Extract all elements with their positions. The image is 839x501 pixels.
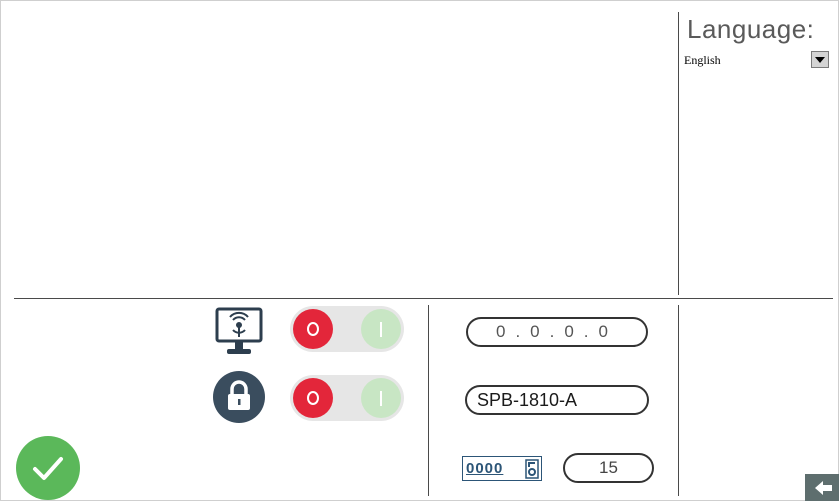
ip-address-field[interactable]: 0.0.0.0 xyxy=(466,317,648,347)
remote-display-toggle[interactable] xyxy=(290,306,404,352)
language-value: English xyxy=(684,53,721,67)
bottom-right-divider xyxy=(678,305,679,496)
counter-value: 15 xyxy=(599,458,618,477)
toggle-on-button[interactable] xyxy=(361,378,401,418)
hostname-value: SPB-1810-A xyxy=(477,389,578,410)
toggle-off-button[interactable] xyxy=(293,378,333,418)
toggle-on-button[interactable] xyxy=(361,309,401,349)
language-select[interactable]: English xyxy=(683,51,833,71)
counter-icon: 0000 xyxy=(462,456,542,481)
counter-value-field[interactable]: 15 xyxy=(563,453,654,483)
chevron-down-icon xyxy=(815,56,825,63)
power-on-icon xyxy=(380,390,382,406)
reset-counter-icon xyxy=(525,459,539,479)
horizontal-divider xyxy=(14,298,833,299)
hostname-field[interactable]: SPB-1810-A xyxy=(465,385,649,415)
checkmark-icon xyxy=(33,457,63,480)
confirm-button[interactable] xyxy=(16,436,80,500)
toggle-off-button[interactable] xyxy=(293,309,333,349)
language-dropdown-button[interactable] xyxy=(811,51,829,68)
back-button[interactable] xyxy=(805,474,839,501)
language-panel-divider xyxy=(678,12,679,295)
wireless-monitor-icon xyxy=(215,307,263,354)
counter-digits: 0000 xyxy=(466,460,504,477)
power-off-icon xyxy=(307,322,319,336)
bottom-left-divider xyxy=(428,305,429,496)
screen-frame xyxy=(0,0,839,501)
padlock-icon xyxy=(213,371,265,423)
power-on-icon xyxy=(380,321,382,337)
lock-toggle[interactable] xyxy=(290,375,404,421)
arrow-left-icon xyxy=(815,481,832,495)
language-label: Language: xyxy=(687,14,815,44)
power-off-icon xyxy=(307,391,319,405)
ip-address-value: 0.0.0.0 xyxy=(496,322,618,341)
